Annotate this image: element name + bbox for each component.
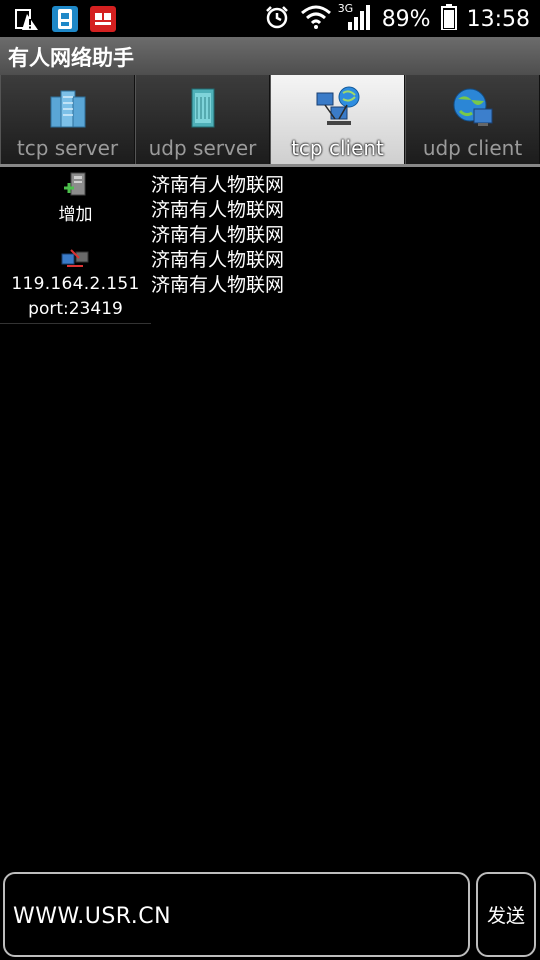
message-line: 济南有人物联网 <box>151 199 285 221</box>
send-button-label: 发送 <box>486 905 525 927</box>
red-app-icon <box>90 6 116 32</box>
message-line: 济南有人物联网 <box>151 224 285 246</box>
clock: 13:58 <box>466 6 530 32</box>
send-input-field[interactable]: WWW.USR.CN <box>3 872 470 957</box>
title-bar: 有人网络助手 <box>0 37 540 76</box>
connection-panel: 增加 119.164.2.151 port:23419 <box>0 168 151 324</box>
sim-card-icon <box>52 6 78 32</box>
connection-link-icon <box>61 248 89 270</box>
status-bar: 3G 89% 13:58 <box>0 0 540 37</box>
tab-label: tcp server <box>16 136 119 160</box>
connection-item[interactable]: 119.164.2.151 port:23419 <box>0 246 151 322</box>
tab-label: tcp client <box>291 136 384 160</box>
send-button[interactable]: 发送 <box>476 872 536 957</box>
message-list: 济南有人物联网 济南有人物联网 济南有人物联网 济南有人物联网 济南有人物联网 <box>151 173 531 298</box>
network-type: 3G <box>337 2 354 15</box>
connection-ip: 119.164.2.151 <box>11 274 140 294</box>
signal-icon: 3G <box>338 2 372 34</box>
system-status: 3G 89% 13:58 <box>264 2 530 34</box>
network-computers-icon <box>313 85 363 131</box>
server-tower-icon <box>178 85 228 131</box>
tab-tcp-server[interactable]: tcp server <box>0 75 135 164</box>
battery-icon <box>440 4 457 34</box>
message-line: 济南有人物联网 <box>151 174 285 196</box>
alarm-icon <box>264 4 290 34</box>
connection-port: port:23419 <box>28 299 123 319</box>
warning-icon <box>14 6 40 32</box>
tab-udp-client[interactable]: udp client <box>405 75 540 164</box>
app-title: 有人网络助手 <box>8 46 134 70</box>
battery-percent: 89% <box>381 6 431 32</box>
message-line: 济南有人物联网 <box>151 249 285 271</box>
notification-icons <box>14 6 116 32</box>
tab-label: udp server <box>148 136 257 160</box>
message-line: 济南有人物联网 <box>151 274 285 296</box>
globe-computer-icon <box>448 85 498 131</box>
add-server-icon <box>63 172 89 196</box>
add-label: 增加 <box>58 205 93 225</box>
add-connection-button[interactable]: 增加 <box>0 168 151 225</box>
tab-tcp-client[interactable]: tcp client <box>270 75 405 164</box>
tab-label: udp client <box>422 136 523 160</box>
tab-udp-server[interactable]: udp server <box>135 75 270 164</box>
tab-bar: tcp server udp server tcp client udp cli… <box>0 75 540 167</box>
send-input-value: WWW.USR.CN <box>13 904 172 929</box>
server-rack-icon <box>43 85 93 131</box>
tab-divider <box>0 164 540 167</box>
app-screen: 3G 89% 13:58 有人网络助手 tcp server udp serve… <box>0 0 540 960</box>
wifi-icon <box>300 5 332 33</box>
